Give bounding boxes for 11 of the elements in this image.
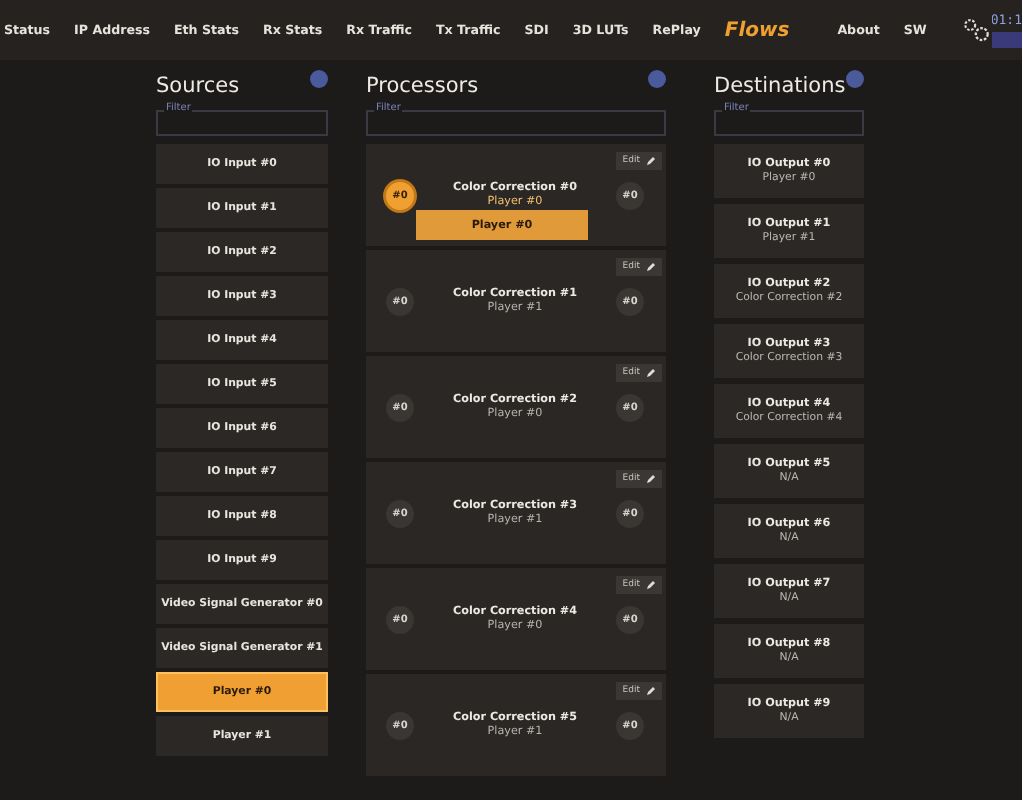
- nav-link[interactable]: Flows: [724, 19, 790, 41]
- column-title: Sources: [156, 74, 240, 98]
- column-title: Processors: [366, 74, 479, 98]
- pencil-icon: [646, 580, 656, 590]
- column-title: Destinations: [714, 74, 846, 98]
- pencil-icon: [646, 156, 656, 166]
- pencil-icon: [646, 262, 656, 272]
- pencil-icon: [646, 686, 656, 696]
- pencil-icon: [646, 474, 656, 484]
- pencil-icon: [646, 368, 656, 378]
- settings-icon[interactable]: [962, 14, 993, 46]
